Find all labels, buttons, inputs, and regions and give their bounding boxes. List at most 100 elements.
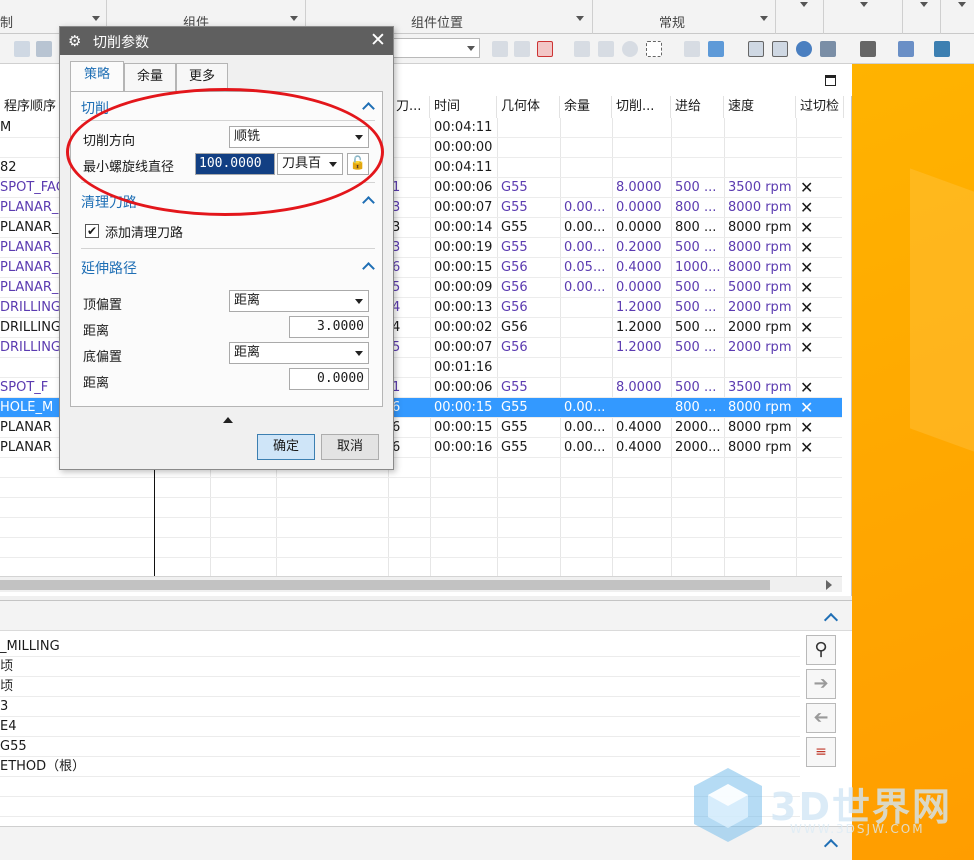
empty-row: [0, 538, 842, 558]
time-cell: 00:00:09: [434, 280, 493, 295]
bottom-offset-dropdown[interactable]: 距离: [229, 342, 369, 364]
cut-depth-cell: 0.0000: [616, 280, 662, 295]
ribbon-dropdown-icon[interactable]: [290, 16, 298, 21]
ribbon-dropdown-icon[interactable]: [800, 2, 808, 7]
operation-name-cell: PLANAR_M: [0, 280, 60, 295]
search-icon[interactable]: ⚲: [806, 635, 836, 665]
tab-more[interactable]: 更多: [176, 63, 228, 91]
column-header-geometry[interactable]: 几何体: [497, 96, 560, 118]
collapse-section-icon[interactable]: [362, 196, 375, 209]
feed-cell: 2000...: [675, 420, 721, 435]
column-header-speed[interactable]: 速度: [724, 96, 796, 118]
geometry-cell: G56: [501, 260, 528, 275]
tab-stock[interactable]: 余量: [124, 63, 176, 91]
ribbon-dropdown-icon[interactable]: [92, 16, 100, 21]
section-divider: [81, 182, 375, 183]
lock-icon[interactable]: 🔓: [347, 153, 369, 175]
geometry-cell: G56: [501, 280, 528, 295]
maximize-icon[interactable]: [825, 75, 836, 86]
list-sort-icon[interactable]: ≡: [806, 737, 836, 767]
ribbon-dropdown-icon[interactable]: [760, 16, 768, 21]
stock-cell: 0.05...: [564, 260, 606, 275]
shaded-icon[interactable]: [684, 41, 700, 57]
column-header-feed[interactable]: 进给: [671, 96, 724, 118]
select-icon[interactable]: [14, 41, 30, 57]
bottom-distance-input[interactable]: 0.0000: [289, 368, 369, 390]
column-header-time[interactable]: 时间: [430, 96, 497, 118]
tool-cell: 6: [392, 440, 401, 455]
back-arrow-icon[interactable]: ➔: [806, 703, 836, 733]
operation-name-cell: PLANAR: [0, 440, 52, 455]
speed-cell: 8000 rpm: [728, 400, 792, 415]
speed-cell: 3500 rpm: [728, 180, 792, 195]
collapse-section-icon[interactable]: [362, 102, 375, 115]
cut-depth-cell: 0.4000: [616, 260, 662, 275]
snap-intersect-icon[interactable]: [598, 41, 614, 57]
column-header-name[interactable]: 程序顺序: [0, 96, 60, 118]
filter-combo[interactable]: [392, 38, 480, 58]
watermark: 3D世界网 WWW.3DSJW.COM: [690, 764, 974, 860]
ribbon-dropdown-icon[interactable]: [860, 2, 868, 7]
stock-cell: [564, 138, 610, 158]
collapse-details-icon[interactable]: [823, 612, 839, 628]
collapse-dialog-icon[interactable]: [223, 417, 233, 423]
speed-cell: [728, 358, 794, 378]
snap-icon[interactable]: [36, 41, 52, 57]
column-header-stock[interactable]: 余量: [560, 96, 612, 118]
forward-arrow-icon[interactable]: ➔: [806, 669, 836, 699]
gouge-check-icon: [800, 138, 820, 158]
column-header-gouge-check[interactable]: 过切检: [796, 96, 844, 118]
snap-mid-icon[interactable]: [537, 41, 553, 57]
tab-strategy[interactable]: 策略: [70, 61, 124, 91]
scrollbar-thumb[interactable]: [0, 580, 770, 590]
feed-cell: 800 ...: [675, 200, 717, 215]
dialog-title-bar[interactable]: ⚙ 切削参数 ✕: [60, 27, 393, 55]
time-cell: 00:00:07: [434, 200, 493, 215]
ribbon-dropdown-icon[interactable]: [920, 2, 928, 7]
helix-unit-dropdown[interactable]: 刀具百: [277, 153, 343, 175]
render-style-icon[interactable]: [860, 41, 876, 57]
top-distance-input[interactable]: 3.0000: [289, 316, 369, 338]
feed-cell: 1000...: [675, 260, 721, 275]
add-cleanup-checkbox[interactable]: ✔: [85, 224, 99, 238]
gear-icon[interactable]: ⚙: [68, 32, 81, 50]
empty-row: [0, 558, 842, 578]
operation-name-cell: SPOT_F: [0, 380, 49, 395]
tool-cell: 3: [392, 240, 401, 255]
horizontal-scrollbar[interactable]: [0, 576, 842, 592]
snap-center-icon[interactable]: [622, 41, 638, 57]
pan-icon[interactable]: [820, 41, 836, 57]
zoom-window-icon[interactable]: [772, 41, 788, 57]
snap-point-icon[interactable]: [492, 41, 508, 57]
rotate-icon[interactable]: [796, 41, 812, 57]
ribbon-dropdown-icon[interactable]: [958, 2, 966, 7]
detail-row: 顷: [0, 677, 800, 697]
cut-direction-dropdown[interactable]: 顺铣: [229, 126, 369, 148]
column-header-cut-depth[interactable]: 切削...: [612, 96, 671, 118]
cut-depth-cell: 1.2000: [616, 340, 662, 355]
time-cell: 00:00:14: [434, 220, 493, 235]
ok-button[interactable]: 确定: [257, 434, 315, 460]
scroll-right-arrow-icon[interactable]: [826, 580, 832, 590]
top-offset-dropdown[interactable]: 距离: [229, 290, 369, 312]
collapse-section-icon[interactable]: [362, 262, 375, 275]
close-icon[interactable]: ✕: [370, 29, 386, 51]
fit-view-icon[interactable]: [748, 41, 764, 57]
cut-direction-value: 顺铣: [234, 129, 261, 144]
feed-cell: 500 ...: [675, 300, 717, 315]
speed-cell: 2000 rpm: [728, 300, 792, 315]
gouge-check-icon: ✕: [800, 398, 814, 417]
view-orient-icon[interactable]: [898, 41, 914, 57]
ribbon-dropdown-icon[interactable]: [576, 16, 584, 21]
detail-row: ETHOD（根）: [0, 757, 800, 777]
stock-cell: [564, 178, 610, 198]
display-icon[interactable]: [934, 41, 950, 57]
min-helix-diameter-input[interactable]: 100.0000: [195, 153, 275, 175]
cancel-button[interactable]: 取消: [321, 434, 379, 460]
solid-cube-icon[interactable]: [708, 41, 724, 57]
column-header-tool[interactable]: 刀...: [392, 96, 430, 118]
snap-control-icon[interactable]: [574, 41, 590, 57]
stock-cell: 0.00...: [564, 440, 606, 455]
snap-end-icon[interactable]: [514, 41, 530, 57]
box-select-icon[interactable]: [646, 41, 662, 57]
